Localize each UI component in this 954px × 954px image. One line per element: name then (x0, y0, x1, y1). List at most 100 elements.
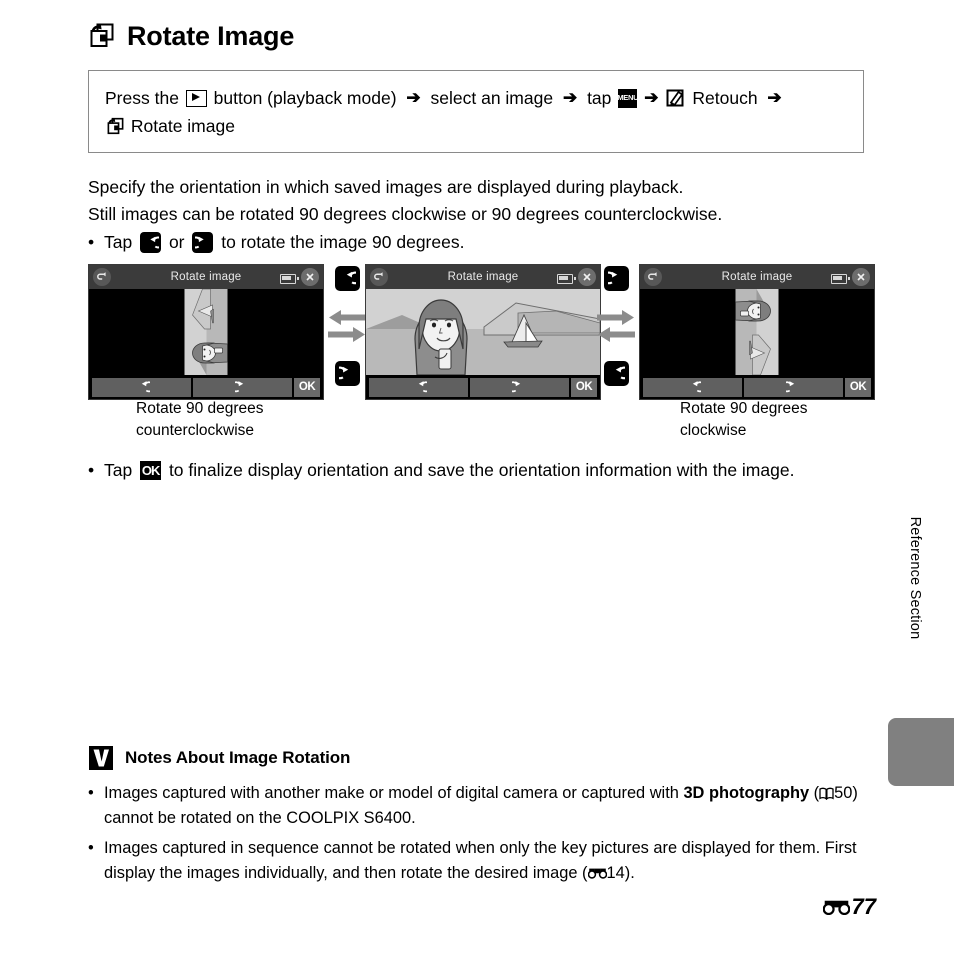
close-x-icon[interactable] (301, 268, 319, 286)
image-preview-area (89, 289, 323, 375)
arrow-left-icon (329, 310, 366, 325)
rotate-image-icon-inline (107, 117, 124, 134)
rotate-counterclockwise-icon-label (603, 361, 629, 386)
bullet2-text-pre: Tap (104, 460, 138, 480)
bullet2-text-post: to finalize display orientation and save… (164, 460, 795, 480)
caption-left-line-2: counterclockwise (136, 422, 255, 439)
note2-text-pre: Images captured in sequence cannot be ro… (104, 839, 857, 882)
rotate-clockwise-button[interactable] (193, 377, 292, 397)
caption-right-line-1: Rotate 90 degrees (680, 400, 808, 417)
screen-title: Rotate image (447, 271, 519, 283)
bullet-text-or: or (164, 232, 190, 252)
page-footer: 77 (822, 894, 876, 920)
rotate-clockwise-button[interactable] (470, 377, 569, 397)
note2-ref-number: 14 (606, 864, 625, 882)
rotate-clockwise-icon-label (334, 361, 360, 386)
bullet-item-tap-ok: • Tap OK to finalize display orientation… (88, 456, 878, 484)
screen-toolbar: OK (89, 375, 323, 399)
notes-list-item: • Images captured with another make or m… (88, 781, 878, 831)
battery-icon (280, 274, 299, 284)
rotate-counterclockwise-icon (140, 232, 162, 253)
arrow-icon-1: ➔ (406, 88, 421, 107)
ok-button[interactable]: OK (845, 377, 871, 397)
rotate-counterclockwise-button[interactable] (369, 377, 468, 397)
rotate-counterclockwise-button[interactable] (92, 377, 191, 397)
bullet-item-tap-rotate: • Tap or to rotate the image 90 degrees. (88, 229, 878, 256)
paragraph-1: Specify the orientation in which saved i… (88, 177, 684, 197)
body-text-block: Specify the orientation in which saved i… (88, 174, 878, 256)
instr-text-select-image: select an image (425, 88, 558, 108)
preview-image-upright (366, 289, 600, 375)
rotate-clockwise-icon (192, 232, 214, 253)
note1-ref-number: 50 (834, 784, 853, 802)
ok-icon: OK (140, 461, 162, 480)
image-preview-area (366, 289, 600, 375)
reference-section-marker-icon (822, 900, 850, 915)
back-arrow-icon[interactable] (370, 268, 388, 286)
bullet-marker: • (88, 784, 94, 802)
bullet-marker: • (88, 232, 95, 252)
notes-title: Notes About Image Rotation (125, 748, 351, 767)
bullet-text-pre: Tap (104, 232, 138, 252)
section-side-label: Reference Section (907, 516, 923, 640)
arrow-left-icon (598, 327, 635, 342)
rotate-counterclockwise-button[interactable] (643, 377, 742, 397)
connector-left (327, 266, 367, 386)
playback-button-icon (185, 89, 207, 107)
close-x-icon[interactable] (578, 268, 596, 286)
screen-titlebar: Rotate image (640, 265, 874, 289)
navigation-path-line-2: Rotate image (105, 112, 847, 140)
manual-book-icon (819, 787, 834, 800)
close-x-icon[interactable] (852, 268, 870, 286)
arrow-right-icon (597, 310, 634, 325)
bullet-text-post: to rotate the image 90 degrees. (216, 232, 465, 252)
arrow-right-icon (328, 327, 365, 342)
note1-text-pre: Images captured with another make or mod… (104, 784, 684, 802)
rotated-clockwise-screen: Rotate image OK (639, 264, 875, 400)
screen-toolbar: OK (366, 375, 600, 399)
notes-header: Notes About Image Rotation (88, 745, 878, 771)
menu-button-icon: MENU (617, 88, 639, 108)
caption-left-line-1: Rotate 90 degrees (136, 400, 264, 417)
arrow-icon-4: ➔ (767, 88, 782, 107)
screen-title: Rotate image (170, 271, 242, 283)
rotated-counterclockwise-screen: Rotate image OK (88, 264, 324, 400)
caption-counterclockwise: Rotate 90 degrees counterclockwise (136, 398, 264, 442)
rotate-counterclockwise-icon-label (334, 266, 360, 291)
back-arrow-icon[interactable] (93, 268, 111, 286)
instr-text-rotate-image: Rotate image (130, 116, 235, 136)
original-orientation-screen: Rotate image OK (365, 264, 601, 400)
bullet-marker: • (88, 839, 94, 857)
connector-right (596, 266, 636, 386)
section-thumb-tab (888, 718, 954, 786)
preview-image-rotated-cw (735, 289, 779, 375)
screen-titlebar: Rotate image (89, 265, 323, 289)
rotate-clockwise-button[interactable] (744, 377, 843, 397)
page-title: Rotate Image (127, 20, 295, 51)
notes-section: Notes About Image Rotation • Images capt… (88, 745, 878, 891)
instr-text-retouch: Retouch (687, 88, 763, 108)
instr-text-press-the: Press the (105, 88, 184, 108)
bullet-marker: • (88, 460, 95, 480)
screen-toolbar: OK (640, 375, 874, 399)
arrow-icon-3: ➔ (644, 88, 659, 107)
battery-icon (557, 274, 576, 284)
caption-right-line-2: clockwise (680, 422, 747, 439)
note2-text-post: ). (624, 864, 635, 882)
ok-button[interactable]: OK (571, 377, 597, 397)
back-arrow-icon[interactable] (644, 268, 662, 286)
instr-text-tap: tap (582, 88, 617, 108)
note1-text-bold: 3D photography (683, 784, 810, 802)
navigation-path-line-1: Press the button (playback mode) ➔ selec… (105, 84, 847, 112)
navigation-path-box: Press the button (playback mode) ➔ selec… (88, 70, 864, 153)
ok-button[interactable]: OK (294, 377, 320, 397)
instr-text-button-playback: button (playback mode) (208, 88, 402, 108)
arrow-icon-2: ➔ (562, 88, 578, 107)
image-preview-area (640, 289, 874, 375)
screen-titlebar: Rotate image (366, 265, 600, 289)
page-number: 77 (851, 894, 876, 919)
caption-clockwise: Rotate 90 degrees clockwise (680, 398, 808, 442)
paragraph-2: Still images can be rotated 90 degrees c… (88, 204, 723, 224)
note1-text-mid: ( (809, 784, 820, 802)
reference-section-marker-icon (587, 868, 607, 879)
